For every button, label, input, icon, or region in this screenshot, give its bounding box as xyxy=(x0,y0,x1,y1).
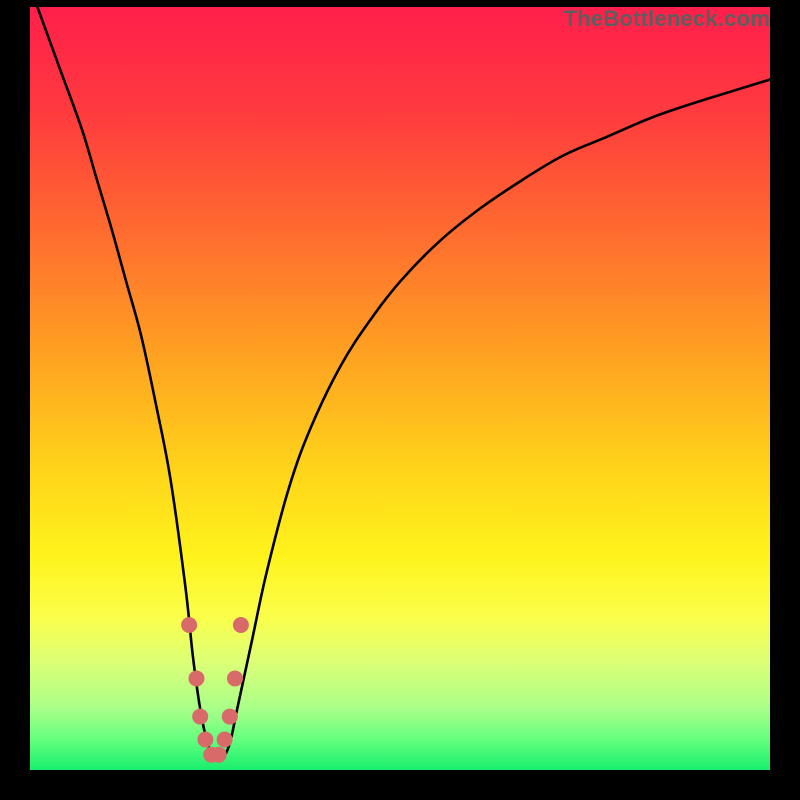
highlight-dot xyxy=(222,709,238,725)
highlight-dot xyxy=(227,670,243,686)
chart-frame: TheBottleneck.com xyxy=(0,0,800,800)
plot-area xyxy=(30,7,770,770)
highlight-dot xyxy=(211,747,227,763)
chart-svg xyxy=(30,7,770,770)
watermark-text: TheBottleneck.com xyxy=(564,6,770,32)
highlight-dot xyxy=(217,731,233,747)
highlight-dot xyxy=(233,617,249,633)
highlight-dot xyxy=(181,617,197,633)
highlight-dot xyxy=(189,670,205,686)
highlight-dot xyxy=(197,731,213,747)
highlight-dot xyxy=(192,709,208,725)
gradient-background xyxy=(30,7,770,770)
